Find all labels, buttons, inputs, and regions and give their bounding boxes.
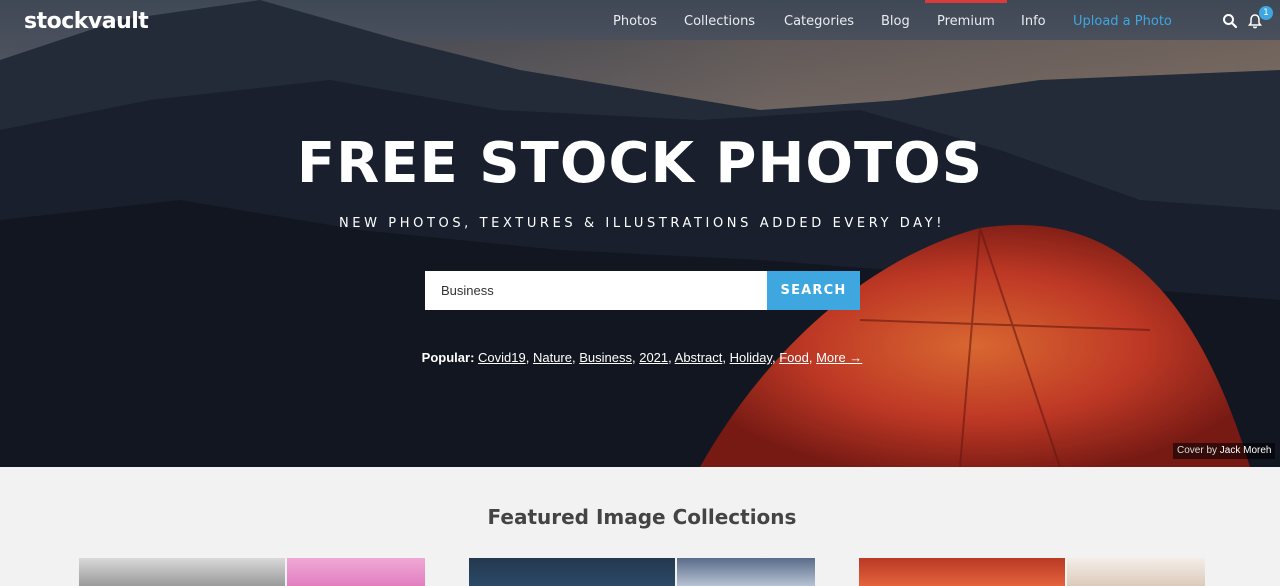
cover-credit: Cover by Jack Moreh — [1173, 443, 1276, 459]
nav-info[interactable]: Info — [1021, 14, 1046, 29]
hero-background-image — [0, 0, 1280, 467]
collection-thumbnail[interactable] — [79, 558, 285, 586]
popular-label: Popular: — [421, 350, 475, 365]
cover-credit-prefix: Cover by — [1177, 445, 1218, 456]
hero-subtitle: NEW PHOTOS, TEXTURES & ILLUSTRATIONS ADD… — [338, 216, 946, 231]
hero-title: FREE STOCK PHOTOS — [296, 131, 984, 196]
popular-tag-2021[interactable]: 2021 — [639, 350, 668, 365]
popular-more-link[interactable]: More → — [816, 350, 862, 365]
popular-tag-abstract[interactable]: Abstract — [675, 350, 723, 365]
search-button[interactable]: SEARCH — [767, 271, 860, 310]
search-icon[interactable] — [1222, 13, 1238, 29]
search-input[interactable] — [425, 271, 767, 310]
hero-banner: stockvault Photos Collections Categories… — [0, 0, 1280, 467]
popular-tag-covid19[interactable]: Covid19 — [478, 350, 526, 365]
nav-categories[interactable]: Categories — [784, 14, 854, 29]
popular-tag-business[interactable]: Business — [579, 350, 632, 365]
cover-credit-author[interactable]: Jack Moreh — [1220, 445, 1272, 456]
collection-thumbnail[interactable] — [859, 558, 1065, 586]
nav-upload-photo[interactable]: Upload a Photo — [1073, 14, 1172, 29]
nav-premium[interactable]: Premium — [937, 14, 995, 29]
nav-photos[interactable]: Photos — [613, 14, 657, 29]
main-nav: Photos Collections Categories Blog Premi… — [0, 14, 1280, 34]
popular-tag-food[interactable]: Food — [779, 350, 809, 365]
nav-collections[interactable]: Collections — [684, 14, 755, 29]
featured-collections-title: Featured Image Collections — [487, 505, 797, 529]
nav-blog[interactable]: Blog — [881, 14, 910, 29]
popular-tag-holiday[interactable]: Holiday — [730, 350, 772, 365]
premium-highlight-bar — [925, 0, 1007, 3]
popular-tags: Popular: Covid19, Nature, Business, 2021… — [421, 350, 863, 365]
popular-tag-nature[interactable]: Nature — [533, 350, 572, 365]
notification-badge: 1 — [1259, 6, 1273, 20]
collection-thumbnail[interactable] — [287, 558, 425, 586]
collection-thumbnail[interactable] — [1067, 558, 1205, 586]
collection-thumbnail[interactable] — [677, 558, 815, 586]
collection-thumbnail[interactable] — [469, 558, 675, 586]
